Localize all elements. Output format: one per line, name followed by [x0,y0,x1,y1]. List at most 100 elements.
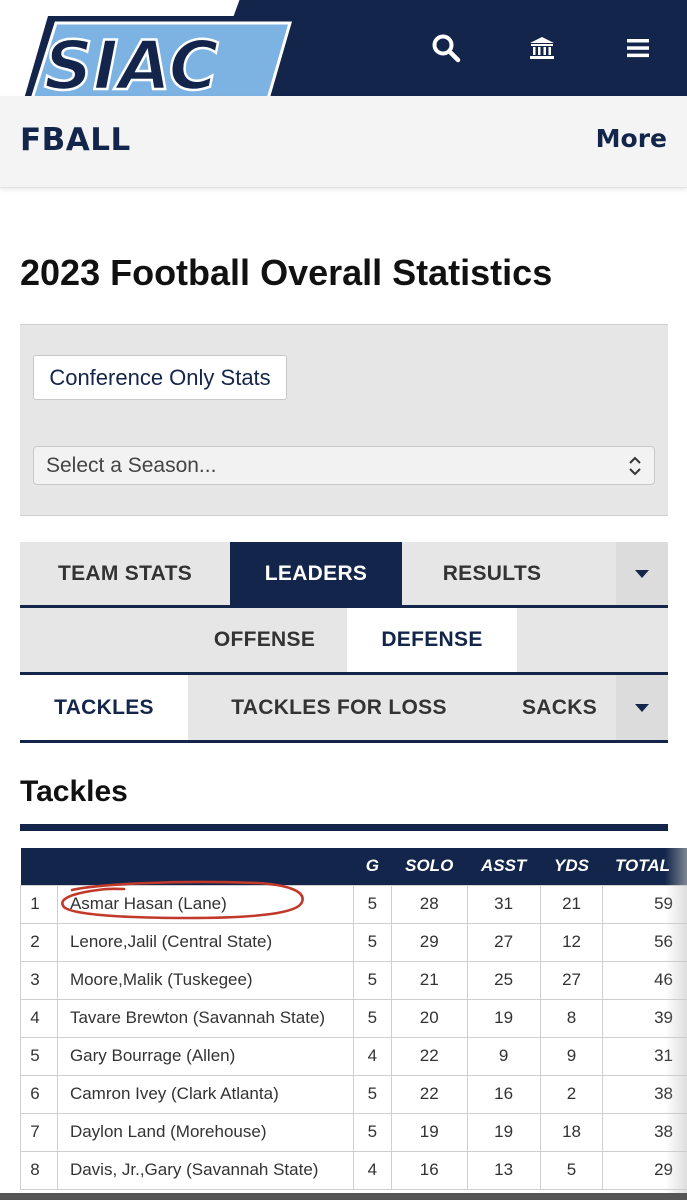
col-header-g[interactable]: G [353,848,392,885]
total-cell: 29 [602,1150,687,1190]
col-header-total[interactable]: TOTAL [602,848,687,885]
season-select[interactable]: Select a Season... [33,446,655,485]
asst-cell: 31 [466,884,541,924]
table-row: 6 Camron Ivey (Clark Atlanta) 5 22 16 2 38 [20,1074,687,1114]
asst-cell: 19 [466,998,541,1038]
col-header-yds[interactable]: YDS [540,848,603,885]
section-divider [20,824,668,831]
solo-cell: 20 [390,998,468,1038]
yds-cell: 21 [539,884,604,924]
yds-cell: 12 [539,922,604,962]
asst-cell: 25 [466,960,541,1000]
tab-overflow-fade [576,542,616,605]
yds-cell: 18 [539,1112,604,1152]
player-name-cell[interactable]: Lenore,Jalil (Central State) [56,922,354,962]
hamburger-menu-icon[interactable] [620,30,656,66]
asst-cell: 27 [466,922,541,962]
col-header-asst[interactable]: ASST [467,848,541,885]
solo-cell: 19 [390,1112,468,1152]
stat-tabs: TACKLES TACKLES FOR LOSS SACKS [20,675,668,743]
main-tabs-dropdown-toggle[interactable] [616,542,668,605]
solo-cell: 22 [390,1074,468,1114]
stat-tabs-dropdown-toggle[interactable] [616,675,668,740]
table-row: 5 Gary Bourrage (Allen) 4 22 9 9 31 [20,1036,687,1076]
table-row: 7 Daylon Land (Morehouse) 5 19 19 18 38 [20,1112,687,1152]
tab-defense[interactable]: DEFENSE [347,608,517,672]
total-cell: 59 [602,884,687,924]
col-header-solo[interactable]: SOLO [391,848,468,885]
table-row: 3 Moore,Malik (Tuskegee) 5 21 25 27 46 [20,960,687,1000]
filter-panel [20,324,668,516]
side-tabs: OFFENSE DEFENSE [20,608,668,675]
tab-sacks[interactable]: SACKS [490,675,635,740]
rank-cell: 5 [20,1036,58,1076]
player-name-cell[interactable]: Moore,Malik (Tuskegee) [56,960,354,1000]
select-updown-icon [629,456,641,476]
section-title: Tackles [20,775,128,808]
rank-cell: 3 [20,960,58,1000]
asst-cell: 13 [466,1150,541,1190]
table-row: 8 Davis, Jr.,Gary (Savannah State) 4 16 13 5 2… [20,1150,687,1190]
player-name-cell[interactable]: Gary Bourrage (Allen) [56,1036,354,1076]
rank-cell: 6 [20,1074,58,1114]
bottom-edge [0,1193,687,1200]
rank-cell: 1 [20,884,58,924]
tab-team-stats[interactable]: TEAM STATS [20,542,230,605]
total-cell: 31 [602,1036,687,1076]
tab-tackles[interactable]: TACKLES [20,675,188,740]
total-cell: 56 [602,922,687,962]
page-title: 2023 Football Overall Statistics [20,252,553,293]
solo-cell: 16 [390,1150,468,1190]
games-cell: 5 [352,1112,392,1152]
solo-cell: 28 [390,884,468,924]
rank-cell: 8 [20,1150,58,1190]
player-name-cell[interactable]: Asmar Hasan (Lane) [56,884,354,924]
asst-cell: 9 [466,1036,541,1076]
yds-cell: 5 [539,1150,604,1190]
player-name-cell[interactable]: Camron Ivey (Clark Atlanta) [56,1074,354,1114]
more-menu-link[interactable]: More [596,124,667,153]
conference-only-stats-button[interactable]: Conference Only Stats [33,355,287,400]
table-row: 1 Asmar Hasan (Lane) 5 28 31 21 59 [20,884,687,924]
institution-icon[interactable] [524,30,560,66]
col-header-name [57,848,354,885]
main-tabs: TEAM STATS LEADERS RESULTS [20,542,668,608]
caret-down-icon [635,569,649,578]
solo-cell: 22 [390,1036,468,1076]
solo-cell: 21 [390,960,468,1000]
yds-cell: 8 [539,998,604,1038]
rank-cell: 4 [20,998,58,1038]
tab-offense[interactable]: OFFENSE [182,608,347,672]
player-name-cell[interactable]: Tavare Brewton (Savannah State) [56,998,354,1038]
total-cell: 38 [602,1112,687,1152]
games-cell: 5 [352,960,392,1000]
tab-tackles-for-loss[interactable]: TACKLES FOR LOSS [188,675,490,740]
table-header-row: G SOLO ASST YDS TOTAL [20,848,687,885]
table-row: 2 Lenore,Jalil (Central State) 5 29 27 12 56 [20,922,687,962]
rank-cell: 2 [20,922,58,962]
caret-down-icon [635,703,649,712]
games-cell: 5 [352,1074,392,1114]
yds-cell: 9 [539,1036,604,1076]
asst-cell: 19 [466,1112,541,1152]
logo-wordmark: SIAC [44,27,219,106]
sport-title: FBALL [20,122,131,158]
tab-leaders[interactable]: LEADERS [230,542,402,605]
search-icon[interactable] [428,30,464,66]
yds-cell: 27 [539,960,604,1000]
rank-cell: 7 [20,1112,58,1152]
table-row: 4 Tavare Brewton (Savannah State) 5 20 19 8 39 [20,998,687,1038]
col-header-rank [20,848,58,885]
games-cell: 5 [352,884,392,924]
player-name-cell[interactable]: Davis, Jr.,Gary (Savannah State) [56,1150,354,1190]
tab-results[interactable]: RESULTS [402,542,582,605]
games-cell: 5 [352,922,392,962]
games-cell: 4 [352,1036,392,1076]
asst-cell: 16 [466,1074,541,1114]
yds-cell: 2 [539,1074,604,1114]
player-name-cell[interactable]: Daylon Land (Morehouse) [56,1112,354,1152]
total-cell: 38 [602,1074,687,1114]
games-cell: 5 [352,998,392,1038]
total-cell: 46 [602,960,687,1000]
tackles-table: G SOLO ASST YDS TOTAL 1 Asmar Hasan (Lane… [20,848,687,1190]
